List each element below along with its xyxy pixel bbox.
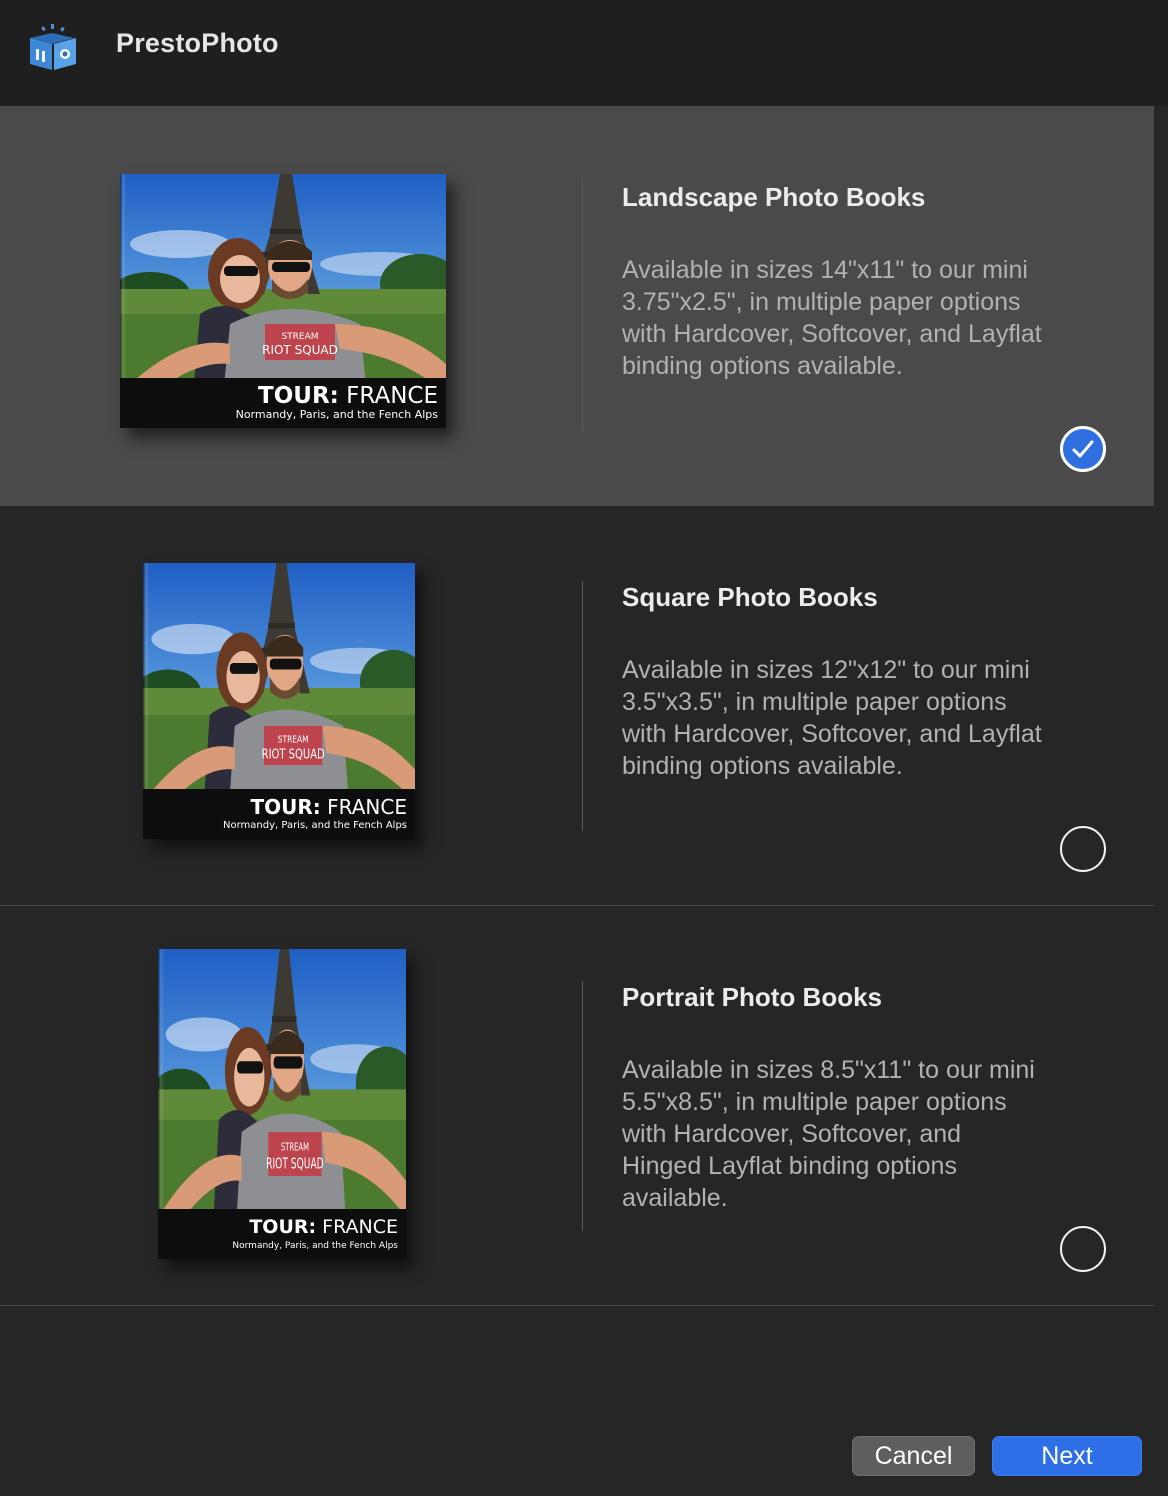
shirt-text-top: STREAM	[278, 734, 309, 745]
portrait-radio-button[interactable]	[1060, 1226, 1106, 1272]
next-button[interactable]: Next	[992, 1436, 1142, 1476]
option-landscape-photo-books[interactable]: STREAM RIOT SQUAD TOUR: FRANCE Normandy,…	[0, 106, 1154, 506]
shirt-text-bottom: RIOT SQUAD	[262, 746, 325, 762]
square-radio-button[interactable]	[1060, 826, 1106, 872]
photo-book-logo-icon	[30, 24, 76, 70]
option-divider	[582, 981, 583, 1231]
cover-title: TOUR: FRANCE	[258, 383, 438, 409]
cancel-button[interactable]: Cancel	[852, 1436, 975, 1476]
square-book-cover-image: STREAM RIOT SQUAD TOUR: FRANCE Normandy,…	[143, 563, 415, 839]
option-title: Landscape Photo Books	[622, 182, 926, 212]
checkmark-icon	[1072, 440, 1094, 458]
shirt-text-top: STREAM	[281, 332, 318, 342]
cover-subtitle: Normandy, Paris, and the Fench Alps	[223, 820, 407, 831]
option-square-photo-books[interactable]: STREAM RIOT SQUAD TOUR: FRANCE Normandy,…	[0, 506, 1154, 906]
landscape-radio-button[interactable]	[1060, 426, 1106, 472]
shirt-text-top: STREAM	[281, 1142, 309, 1154]
option-divider	[582, 181, 583, 431]
option-title: Portrait Photo Books	[622, 982, 883, 1012]
book-format-list: STREAM RIOT SQUAD TOUR: FRANCE Normandy,…	[0, 106, 1154, 1306]
title-bar: PrestoPhoto	[0, 0, 1168, 106]
app-title: PrestoPhoto	[116, 28, 279, 58]
cover-title: TOUR: FRANCE	[250, 795, 408, 819]
portrait-book-cover-image: STREAM RIOT SQUAD TOUR: FRANCE Normandy,…	[158, 949, 406, 1259]
cover-banner: TOUR: FRANCE Normandy, Paris, and the Fe…	[158, 1209, 406, 1259]
cover-banner: TOUR: FRANCE Normandy, Paris, and the Fe…	[120, 378, 446, 428]
landscape-book-cover-image: STREAM RIOT SQUAD TOUR: FRANCE Normandy,…	[120, 174, 446, 428]
option-divider	[582, 581, 583, 831]
cover-subtitle: Normandy, Paris, and the Fench Alps	[235, 408, 438, 421]
shirt-text-bottom: RIOT SQUAD	[262, 343, 338, 357]
option-title: Square Photo Books	[622, 582, 878, 612]
shirt-text-bottom: RIOT SQUAD	[266, 1155, 324, 1172]
scrollbar-track[interactable]	[1154, 106, 1168, 1406]
option-description: Available in sizes 8.5"x11" to our mini …	[622, 1056, 1035, 1212]
cover-banner: TOUR: FRANCE Normandy, Paris, and the Fe…	[143, 789, 415, 839]
cover-title: TOUR: FRANCE	[249, 1216, 398, 1238]
cover-subtitle: Normandy, Paris, and the Fench Alps	[232, 1241, 398, 1251]
option-description: Available in sizes 12"x12" to our mini 3…	[622, 656, 1042, 780]
option-description: Available in sizes 14"x11" to our mini 3…	[622, 256, 1042, 380]
option-portrait-photo-books[interactable]: STREAM RIOT SQUAD TOUR: FRANCE Normandy,…	[0, 906, 1154, 1306]
app-window: PrestoPhoto STREAM RIOT SQUAD TOUR: FRAN…	[0, 0, 1168, 1496]
